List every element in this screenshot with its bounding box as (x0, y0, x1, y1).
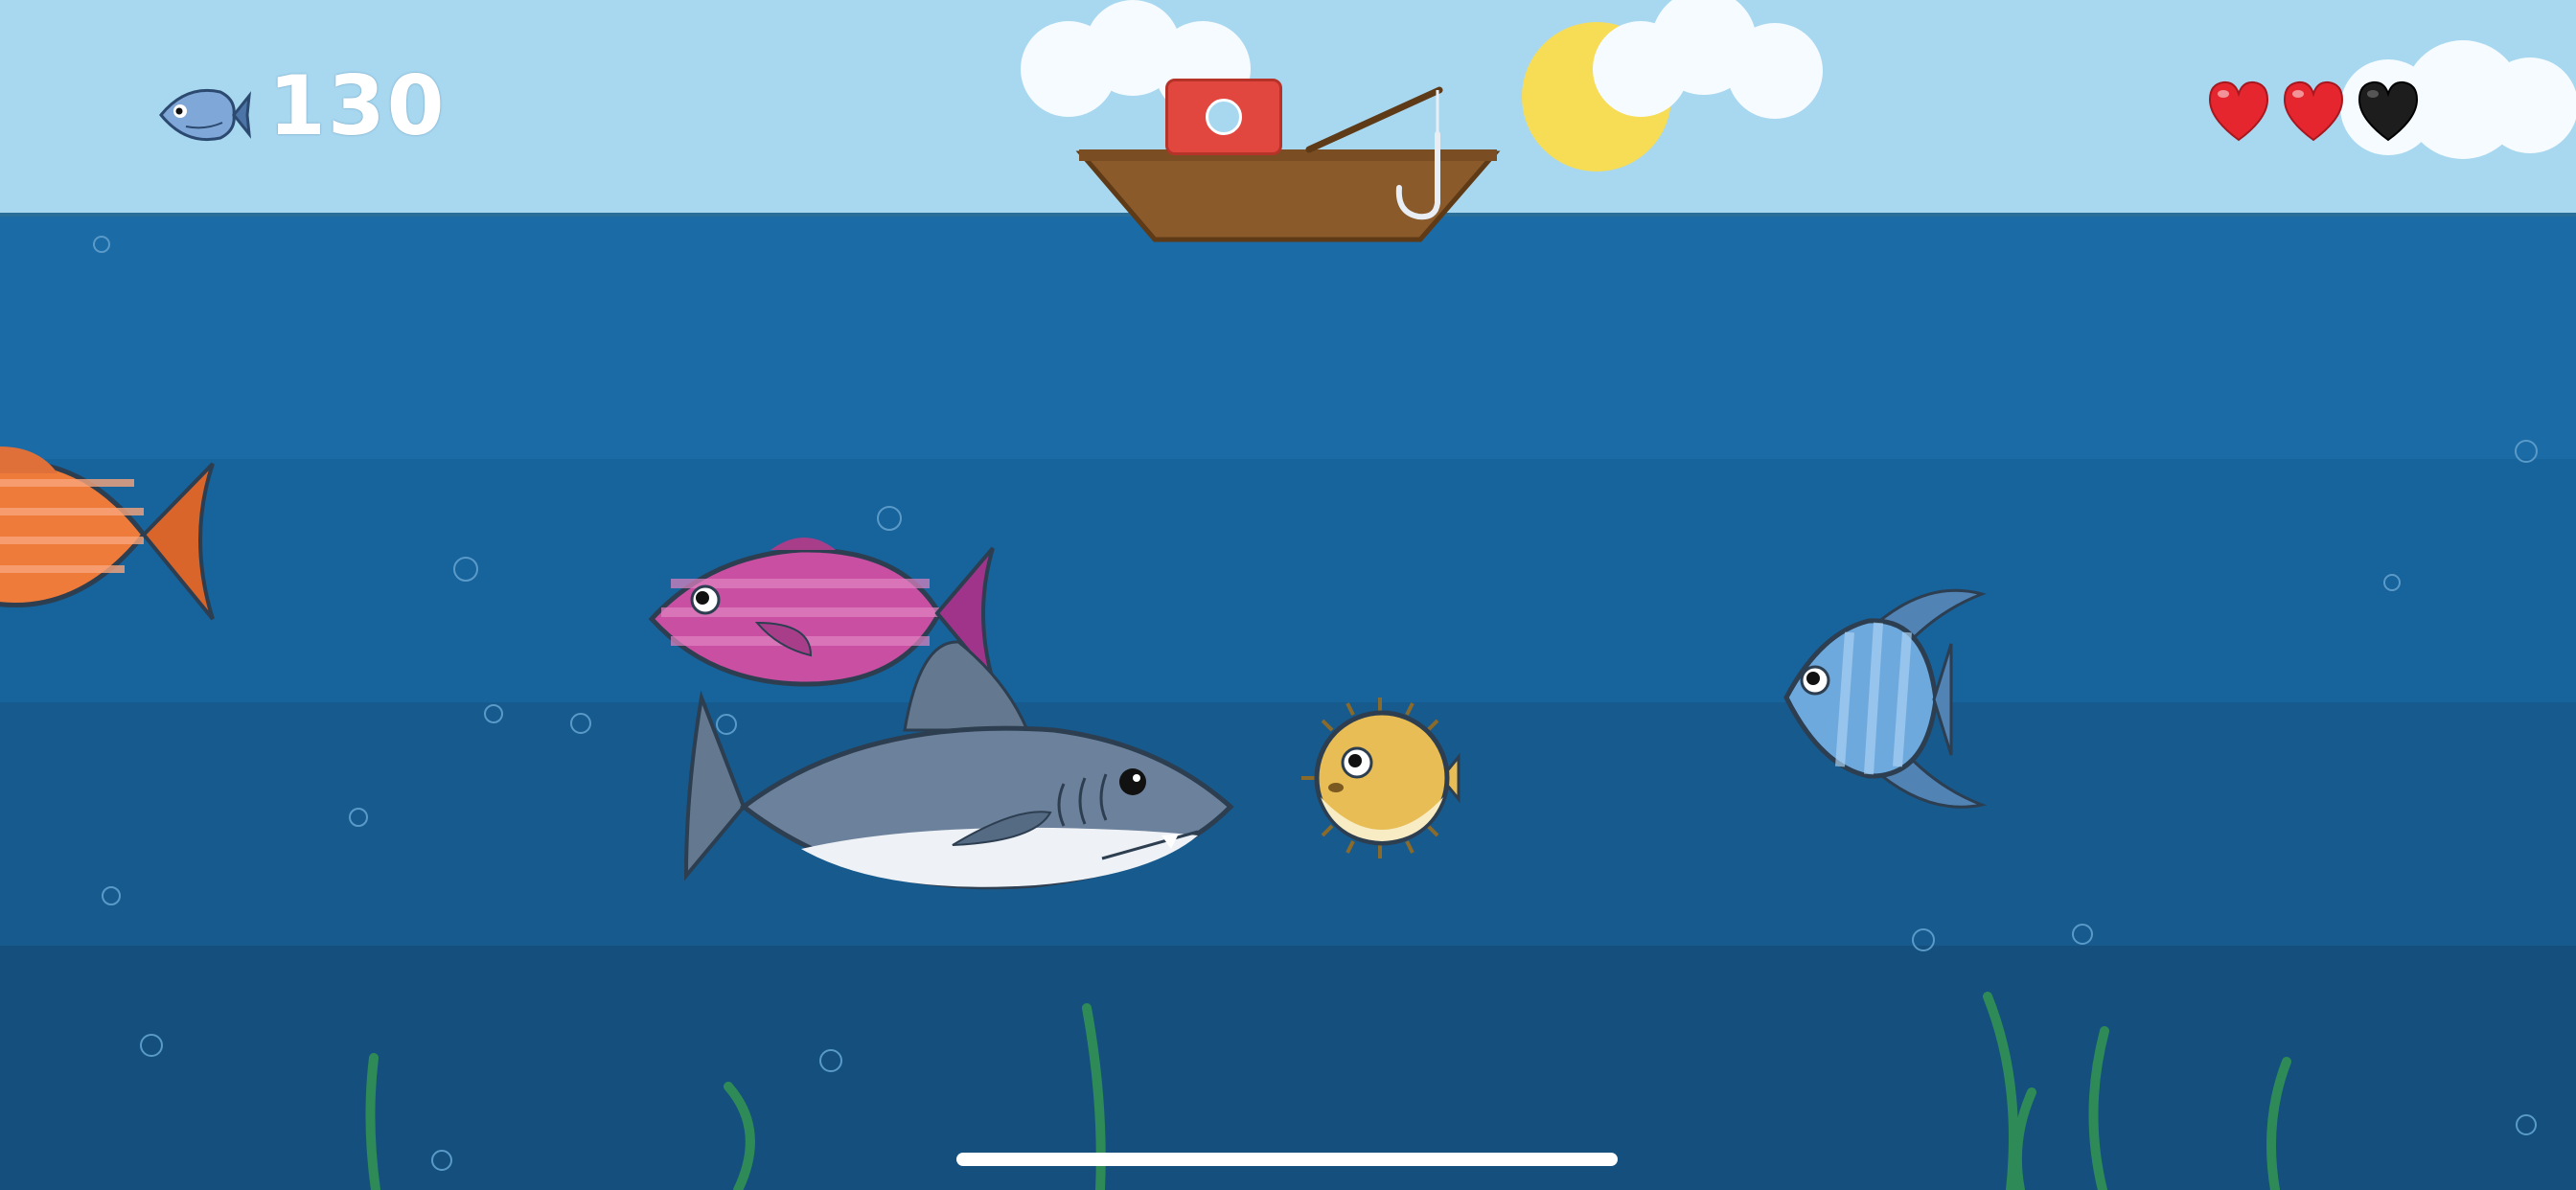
pufferfish (1301, 698, 1460, 858)
water-band-3 (0, 702, 2576, 946)
water-band-2 (0, 459, 2576, 702)
heart-empty-icon (2358, 80, 2419, 142)
water-surface-band (0, 215, 2576, 459)
lives-display (2204, 77, 2423, 146)
home-indicator[interactable] (956, 1153, 1618, 1166)
game-scene[interactable] (0, 0, 2576, 1190)
score-display: 130 (153, 65, 447, 148)
pause-button[interactable] (1165, 79, 1282, 155)
heart-full-icon (2283, 80, 2344, 142)
score-value: 130 (268, 58, 447, 154)
heart-full-icon (2208, 80, 2269, 142)
record-button-icon (1206, 99, 1242, 135)
